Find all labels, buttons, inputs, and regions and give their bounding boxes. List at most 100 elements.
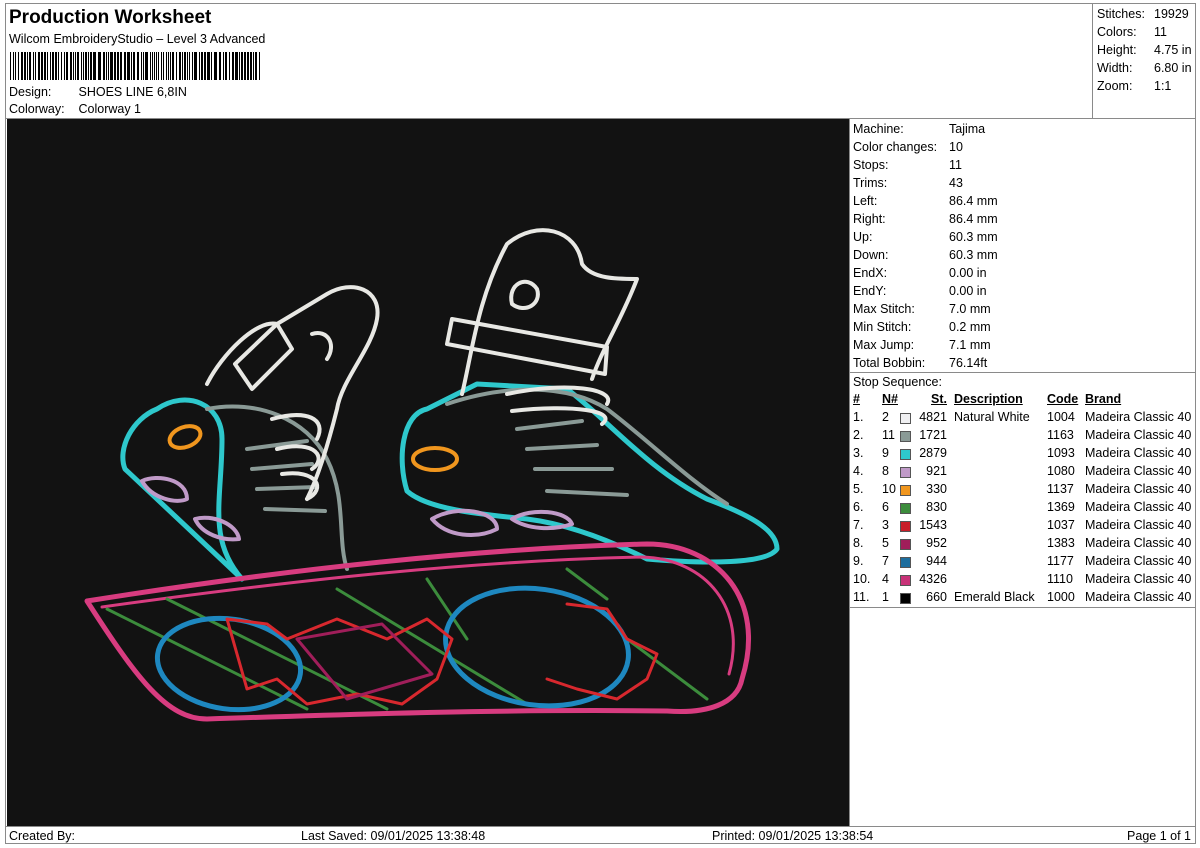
barcode-bar [18,52,19,80]
machine-row: Machine: Tajima [853,122,986,136]
min-stitch-row: Min Stitch: 0.2 mm [853,320,991,334]
barcode-bar [239,52,240,80]
barcode-bar [73,52,74,80]
barcode-bar [124,52,126,80]
barcode-bar [70,52,72,80]
barcode-bar [255,52,257,80]
barcode-bar [110,52,113,80]
thread-code: 1080 [1047,464,1075,478]
summary-colors: Colors: 11 [1097,25,1167,39]
row-index: 10. [853,572,871,586]
barcode-bar [35,52,36,80]
thread-code: 1093 [1047,446,1075,460]
barcode-bar [29,52,31,80]
barcode-bar [127,52,130,80]
thread-brand: Madeira Classic 40 [1085,464,1192,478]
col-header-stitches: St. [931,392,947,406]
barcode-bar [10,52,11,80]
thread-brand: Madeira Classic 40 [1085,410,1192,424]
barcode-bar [184,52,186,80]
table-row: 2. 11 1721 1163 Madeira Classic 40 [850,428,1196,446]
barcode-bar [170,52,171,80]
page-title: Production Worksheet [9,7,212,28]
table-row: 11. 1 660 Emerald Black 1000 Madeira Classic … [850,590,1196,608]
max-stitch-row: Max Stitch: 7.0 mm [853,302,991,316]
max-jump-row: Max Jump: 7.1 mm [853,338,991,352]
endy-row: EndY: 0.00 in [853,284,987,298]
needle-number: 9 [882,446,889,460]
barcode-bar [137,52,139,80]
needle-number: 7 [882,554,889,568]
design-row: Design: SHOES LINE 6,8IN [9,85,187,99]
thread-code: 1383 [1047,536,1075,550]
barcode-bar [194,52,197,80]
machine-info-panel: Machine: Tajima Color changes: 10 Stops: 11… [849,119,1196,826]
up-row: Up: 60.3 mm [853,230,998,244]
table-row: 8. 5 952 1383 Madeira Classic 40 [850,536,1196,554]
barcode-bar [189,52,190,80]
barcode-bar [179,52,181,80]
thread-description: Natural White [954,410,1030,424]
row-index: 6. [853,500,864,514]
software-name: Wilcom EmbroideryStudio – Level 3 Advanc… [9,32,266,46]
barcode-bar [259,52,260,80]
hoverboard-green-lines [105,567,709,711]
down-row: Down: 60.3 mm [853,248,998,262]
table-row: 1. 2 4821 Natural White 1004 Madeira Classic … [850,410,1196,428]
table-row: 7. 3 1543 1037 Madeira Classic 40 [850,518,1196,536]
table-row: 6. 6 830 1369 Madeira Classic 40 [850,500,1196,518]
thread-color-swatch [900,503,911,514]
summary-height: Height: 4.75 in [1097,43,1192,57]
barcode-bar [114,52,116,80]
barcode-bar [241,52,243,80]
barcode-bar [154,52,155,80]
design-summary: Stitches: 19929 Colors: 11 Height: 4.75 in … [1092,4,1197,118]
barcode-bar [204,52,206,80]
trims-row: Trims: 43 [853,176,963,190]
barcode-bar [15,52,16,80]
col-header-description: Description [954,392,1023,406]
stitch-count: 1721 [919,428,947,442]
barcode-bar [219,52,221,80]
needle-number: 5 [882,536,889,550]
thread-code: 1037 [1047,518,1075,532]
thread-color-swatch [900,557,911,568]
barcode-bar [77,52,79,80]
thread-code: 1110 [1047,572,1073,586]
barcode-bar [182,52,183,80]
barcode-bar [13,52,14,80]
thread-code: 1163 [1047,428,1074,442]
right-shoe-orange-light [411,446,459,472]
barcode-bar [150,52,151,80]
row-index: 7. [853,518,864,532]
colorway-row: Colorway: Colorway 1 [9,102,141,116]
barcode-bar [38,52,40,80]
stop-sequence-label: Stop Sequence: [853,375,942,389]
barcode-bar [50,52,51,80]
thread-brand: Madeira Classic 40 [1085,518,1192,532]
thread-brand: Madeira Classic 40 [1085,482,1192,496]
table-row: 3. 9 2879 1093 Madeira Classic 40 [850,446,1196,464]
barcode-bar [103,52,105,80]
barcode-bar [199,52,200,80]
right-shoe-grey-lines [515,419,629,497]
barcode-bar [172,52,174,80]
summary-width: Width: 6.80 in [1097,61,1192,75]
barcode-bar [232,52,234,80]
barcode-bar [90,52,92,80]
embroidery-artwork [84,228,780,722]
barcode-bar [55,52,57,80]
barcode-bar [235,52,238,80]
barcode-bar [75,52,76,80]
needle-number: 6 [882,500,889,514]
color-changes-row: Color changes: 10 [853,140,963,154]
stitch-count: 1543 [919,518,947,532]
thread-color-swatch [900,593,911,604]
needle-number: 10 [882,482,896,496]
left-row: Left: 86.4 mm [853,194,998,208]
barcode-bar [64,52,65,80]
stitch-count: 921 [926,464,947,478]
barcode-bar [66,52,68,80]
summary-zoom: Zoom: 1:1 [1097,79,1172,93]
row-index: 11. [853,590,870,604]
